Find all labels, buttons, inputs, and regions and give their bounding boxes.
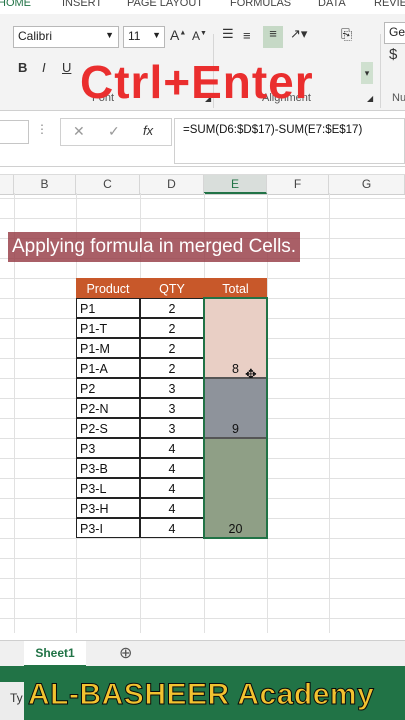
- bold-button[interactable]: B: [18, 60, 27, 75]
- enter-icon[interactable]: ✓: [108, 123, 120, 140]
- brand-watermark: AL-BASHEER Academy: [27, 678, 375, 712]
- product-cell[interactable]: P3-L: [76, 478, 140, 498]
- product-cell[interactable]: P3: [76, 438, 140, 458]
- merged-total-value: 20: [228, 522, 243, 536]
- qty-cell[interactable]: 3: [140, 418, 204, 438]
- more-options-icon[interactable]: ⋮: [36, 122, 48, 136]
- align-top-icon[interactable]: ☰: [222, 26, 234, 42]
- header-product[interactable]: Product: [76, 278, 140, 298]
- merged-total-cell[interactable]: 9: [204, 378, 267, 438]
- product-cell[interactable]: P1-A: [76, 358, 140, 378]
- ribbon-tab-bar: HOME INSERT PAGE LAYOUT FORMULAS DATA RE…: [0, 0, 405, 15]
- grid-row-line: [0, 558, 405, 559]
- name-box[interactable]: [0, 120, 29, 144]
- qty-cell[interactable]: 2: [140, 318, 204, 338]
- sheet-tab-sheet1[interactable]: Sheet1: [24, 641, 86, 668]
- grid-row-line: [0, 578, 405, 579]
- grid-row-line: [0, 598, 405, 599]
- product-cell[interactable]: P3-H: [76, 498, 140, 518]
- tab-home[interactable]: HOME: [0, 0, 31, 9]
- overlay-title: Ctrl+Enter: [80, 56, 314, 108]
- formula-text: =SUM(D6:$D$17)-SUM(E7:$E$17): [183, 124, 363, 136]
- chevron-down-icon: ▼: [105, 30, 114, 40]
- tab-data[interactable]: DATA: [318, 0, 346, 9]
- merged-total-cell[interactable]: 8 ✥: [204, 298, 267, 382]
- number-format-select[interactable]: Ger: [384, 22, 405, 44]
- product-cell[interactable]: P1-T: [76, 318, 140, 338]
- column-header-e[interactable]: E: [204, 175, 267, 194]
- qty-cell[interactable]: 4: [140, 438, 204, 458]
- group-separator: [380, 34, 381, 108]
- grid-row-line: [0, 618, 405, 619]
- qty-cell[interactable]: 2: [140, 358, 204, 378]
- product-cell[interactable]: P2: [76, 378, 140, 398]
- column-header-d[interactable]: D: [140, 175, 204, 194]
- function-icon[interactable]: fx: [143, 123, 153, 138]
- status-text: Ty: [10, 691, 23, 705]
- font-size-value: 11: [128, 29, 141, 43]
- wrap-text-icon[interactable]: ⎘: [341, 26, 352, 43]
- grid-row-line: [0, 218, 405, 219]
- qty-cell[interactable]: 4: [140, 478, 204, 498]
- shrink-font-button[interactable]: A▼: [192, 29, 207, 43]
- font-name-value: Calibri: [18, 29, 53, 43]
- qty-cell[interactable]: 3: [140, 398, 204, 418]
- number-format-value: Ger: [389, 25, 405, 39]
- merged-total-cell[interactable]: 20: [204, 438, 267, 538]
- product-cell[interactable]: P2-N: [76, 398, 140, 418]
- formula-input[interactable]: =SUM(D6:$D$17)-SUM(E7:$E$17): [174, 118, 405, 164]
- currency-button[interactable]: $: [389, 46, 397, 63]
- column-headers: B C D E F G: [0, 174, 405, 195]
- column-header-c[interactable]: C: [76, 175, 140, 194]
- header-qty[interactable]: QTY: [140, 278, 204, 298]
- product-cell[interactable]: P1-M: [76, 338, 140, 358]
- tab-insert[interactable]: INSERT: [62, 0, 102, 9]
- font-size-select[interactable]: 11 ▼: [123, 26, 165, 48]
- merged-total-value: 9: [232, 422, 239, 436]
- ribbon: Calibri ▼ 11 ▼ A▲ A▼ B I U Font ◢ ☰ ≡ ≡ …: [0, 14, 405, 111]
- grid-column-line: [329, 193, 330, 633]
- grow-font-button[interactable]: A▲: [170, 27, 186, 43]
- formula-controls: ✕ ✓ fx: [60, 118, 172, 146]
- number-group-label: Nu: [392, 92, 405, 104]
- align-bottom-icon[interactable]: ≡: [263, 26, 283, 48]
- underline-button[interactable]: U: [62, 60, 71, 75]
- cancel-icon[interactable]: ✕: [73, 123, 85, 140]
- column-header-b[interactable]: B: [14, 175, 76, 194]
- align-middle-icon[interactable]: ≡: [243, 28, 251, 43]
- caption-banner: Applying formula in merged Cells.: [8, 232, 301, 262]
- sheet-tab-bar: Sheet1 ⊕: [0, 640, 405, 668]
- grid-row-line: [0, 198, 405, 199]
- chevron-down-icon: ▼: [152, 30, 161, 40]
- tab-page-layout[interactable]: PAGE LAYOUT: [127, 0, 203, 9]
- status-panel: Ty: [0, 682, 24, 720]
- tab-formulas[interactable]: FORMULAS: [230, 0, 291, 9]
- product-cell[interactable]: P3-I: [76, 518, 140, 538]
- font-name-select[interactable]: Calibri ▼: [13, 26, 119, 48]
- column-header-g[interactable]: G: [329, 175, 405, 194]
- product-cell[interactable]: P1: [76, 298, 140, 318]
- dialog-launcher-icon[interactable]: ◢: [367, 94, 373, 103]
- grid-row-line: [0, 538, 405, 539]
- qty-cell[interactable]: 4: [140, 498, 204, 518]
- formula-bar: ⋮ ✕ ✓ fx =SUM(D6:$D$17)-SUM(E7:$E$17): [0, 112, 405, 167]
- column-header-f[interactable]: F: [267, 175, 329, 194]
- select-all-corner[interactable]: [0, 175, 14, 194]
- qty-cell[interactable]: 4: [140, 518, 204, 538]
- product-cell[interactable]: P3-B: [76, 458, 140, 478]
- product-cell[interactable]: P2-S: [76, 418, 140, 438]
- qty-cell[interactable]: 3: [140, 378, 204, 398]
- add-sheet-icon[interactable]: ⊕: [119, 643, 132, 663]
- qty-cell[interactable]: 2: [140, 338, 204, 358]
- qty-cell[interactable]: 2: [140, 298, 204, 318]
- header-total[interactable]: Total: [204, 278, 267, 298]
- qty-cell[interactable]: 4: [140, 458, 204, 478]
- tab-review[interactable]: REVIE: [374, 0, 405, 9]
- merge-center-dropdown[interactable]: ▾: [361, 62, 373, 84]
- orientation-icon[interactable]: ↗▾: [290, 26, 307, 42]
- italic-button[interactable]: I: [42, 60, 46, 75]
